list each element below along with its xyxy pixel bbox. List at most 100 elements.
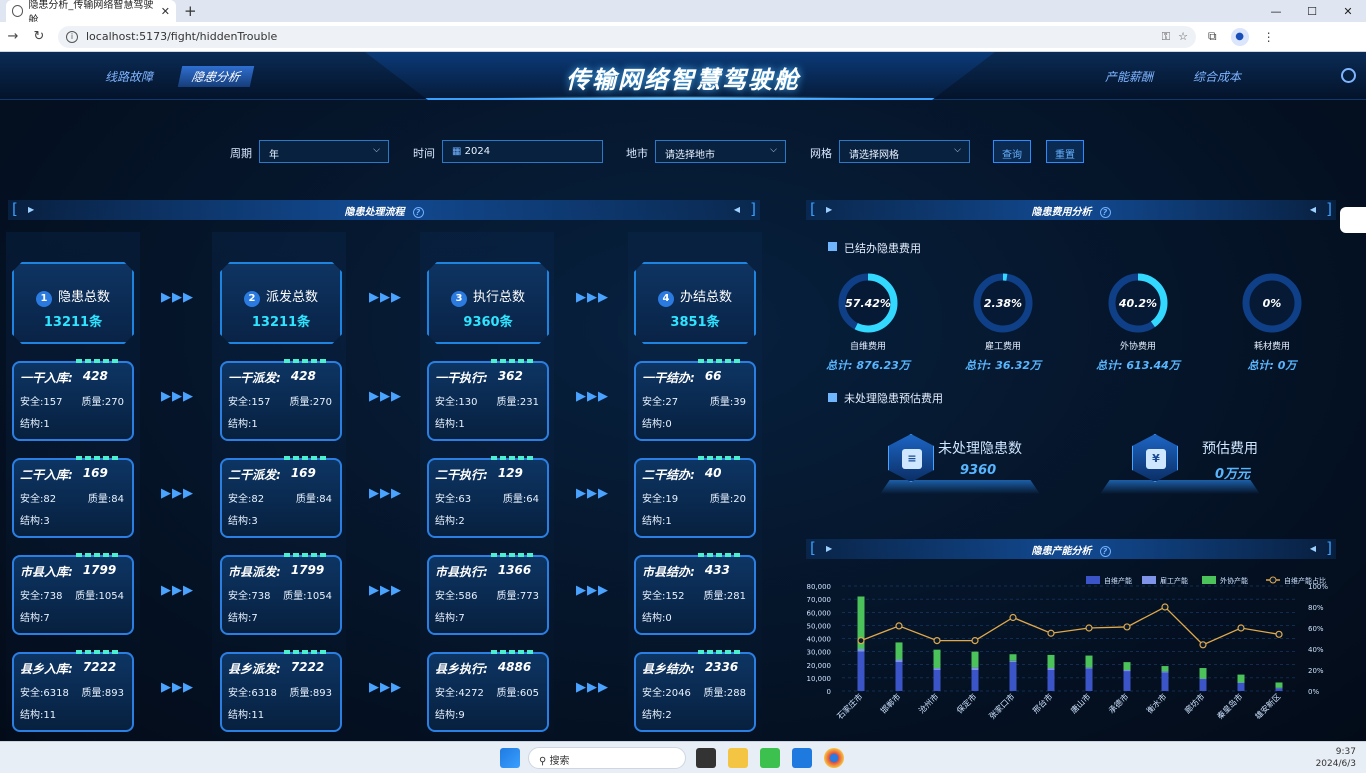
time-picker[interactable]: ▦ 2024 (442, 140, 603, 163)
nav-total-cost[interactable]: 综合成本 (1193, 68, 1241, 85)
flow-arrow-icon: ▶▶▶ (576, 486, 609, 501)
taskbar-search[interactable]: ⚲ 搜索 (528, 747, 686, 769)
flow-arrow-icon: ▶▶▶ (369, 290, 402, 305)
site-info-icon[interactable]: i (66, 30, 78, 43)
donut-label: 外协费用 (1119, 342, 1156, 352)
safety-value: 82 (43, 494, 57, 505)
flow-arrow-icon: ▶▶▶ (369, 583, 402, 598)
structure-value: 3 (43, 516, 50, 527)
bracket-right-icon: ] (1326, 200, 1332, 218)
quality-label: 质量: (75, 591, 99, 602)
safety-label: 安全: (20, 688, 44, 699)
key-icon[interactable]: ⚿ (1162, 30, 1170, 44)
task-view-icon[interactable] (696, 748, 716, 768)
step-number: 4 (657, 291, 674, 307)
bar-segment (1199, 668, 1207, 679)
flow-sub-card: 市县执行: 1366 安全:586 质量:773 结构:7 (427, 553, 549, 635)
sub-total: 2336 (704, 660, 739, 674)
period-label: 周期 (230, 147, 252, 160)
help-icon[interactable]: ? (1099, 206, 1111, 218)
sub-name: 一干派发: (228, 371, 281, 385)
period-select[interactable]: 年 ⌵ (259, 140, 389, 163)
safety-value: 738 (43, 591, 63, 602)
address-bar[interactable]: i localhost:5173/fight/hiddenTrouble ⚿ ☆ (58, 25, 1196, 48)
city-value: 请选择地市 (665, 150, 715, 161)
profile-icon[interactable]: ● (1230, 27, 1249, 46)
sub-total: 362 (497, 369, 523, 383)
quality-value: 20 (733, 494, 746, 505)
minimize-icon[interactable]: — (1258, 0, 1294, 22)
close-window-icon[interactable]: ✕ (1330, 0, 1366, 22)
side-extension-badge[interactable] (1340, 207, 1366, 233)
structure-label: 结构: (20, 613, 44, 624)
time-label: 时间 (413, 147, 435, 160)
flow-section-header: [▶ 隐患处理流程? ◀] (8, 200, 760, 220)
time-value: 2024 (464, 146, 491, 157)
arrow-left-icon: ◀ (1309, 544, 1316, 553)
safety-value: 4272 (458, 688, 484, 699)
sub-total: 40 (704, 466, 722, 480)
platform-base (1100, 480, 1260, 494)
reload-icon[interactable]: ↻ (26, 29, 52, 44)
forward-icon[interactable]: → (0, 29, 26, 44)
reset-button[interactable]: 重置 (1046, 140, 1084, 163)
city-select[interactable]: 请选择地市 ⌵ (655, 140, 786, 163)
y-tick-label: 80,000 (807, 583, 832, 591)
quality-label: 质量: (81, 688, 105, 699)
safety-value: 19 (665, 494, 679, 505)
nav-line-fault[interactable]: 线路故障 (105, 68, 153, 85)
safety-label: 安全: (435, 397, 459, 408)
chevron-down-icon: ⌵ (954, 145, 961, 155)
grid-select[interactable]: 请选择网格 ⌵ (839, 140, 970, 163)
x-tick-label: 秦皇岛市 (1215, 691, 1245, 721)
vscode-icon[interactable] (792, 748, 812, 768)
capacity-chart: 自维产能 雇工产能 外协产能 自维产能占比010,00020,00030,00040,… (807, 576, 1328, 721)
url-text: localhost:5173/fight/hiddenTrouble (86, 30, 278, 43)
sub-total: 7222 (82, 660, 117, 674)
structure-label: 结构: (435, 710, 459, 721)
dashboard: 传输网络智慧驾驶舱 线路故障 隐患分析 产能薪酬 综合成本 周期 年 ⌵ 时间 ▦… (0, 52, 1366, 741)
extensions-icon[interactable]: ⧉ (1208, 29, 1217, 44)
safety-label: 安全: (228, 591, 252, 602)
file-explorer-icon[interactable] (728, 748, 748, 768)
wechat-icon[interactable] (760, 748, 780, 768)
sub-total: 129 (497, 466, 523, 480)
query-button[interactable]: 查询 (993, 140, 1031, 163)
head-value: 13211条 (43, 315, 103, 330)
structure-value: 1 (43, 419, 50, 430)
menu-icon[interactable]: ⋮ (1263, 30, 1275, 44)
browser-tab[interactable]: 隐患分析_传输网络智慧驾驶舱 ✕ (6, 0, 176, 26)
ratio-point (857, 636, 865, 645)
new-tab-icon[interactable]: + (184, 2, 197, 20)
document-icon: ≡ (888, 434, 934, 482)
flow-arrow-icon: ▶▶▶ (161, 290, 194, 305)
bar-segment (1161, 666, 1169, 672)
safety-label: 安全: (435, 591, 459, 602)
flow-sub-card: 二干结办: 40 安全:19 质量:20 结构:1 (634, 456, 756, 538)
star-icon[interactable]: ☆ (1178, 30, 1188, 43)
windows-start-icon[interactable] (500, 748, 520, 768)
help-icon[interactable]: ? (412, 206, 424, 218)
sub-name: 市县入库: (20, 565, 73, 579)
maximize-icon[interactable]: ☐ (1294, 0, 1330, 22)
close-tab-icon[interactable]: ✕ (161, 5, 170, 18)
flow-arrow-icon: ▶▶▶ (161, 389, 194, 404)
bar-segment (933, 649, 941, 669)
logout-icon[interactable] (1341, 68, 1356, 83)
sub-name: 二干入库: (20, 468, 73, 482)
legend-label: 自维产能 (1104, 576, 1132, 585)
flow-head-card: 3 执行总数 9360条 (427, 262, 549, 344)
legend-swatch (1086, 576, 1100, 584)
donut-percent: 57.42% (845, 297, 891, 310)
bar-segment (1123, 671, 1131, 691)
nav-capacity-pay[interactable]: 产能薪酬 (1105, 68, 1153, 85)
flow-sub-card: 一干入库: 428 安全:157 质量:270 结构:1 (12, 359, 134, 441)
quality-value: 1054 (98, 591, 124, 602)
chrome-icon[interactable] (824, 748, 844, 768)
sub-name: 县乡入库: (20, 662, 73, 676)
legend-label: 外协产能 (1220, 576, 1248, 585)
bar-segment (895, 662, 903, 691)
square-icon (828, 242, 837, 251)
help-icon[interactable]: ? (1099, 545, 1111, 557)
nav-hidden-trouble[interactable]: 隐患分析 (177, 66, 255, 87)
